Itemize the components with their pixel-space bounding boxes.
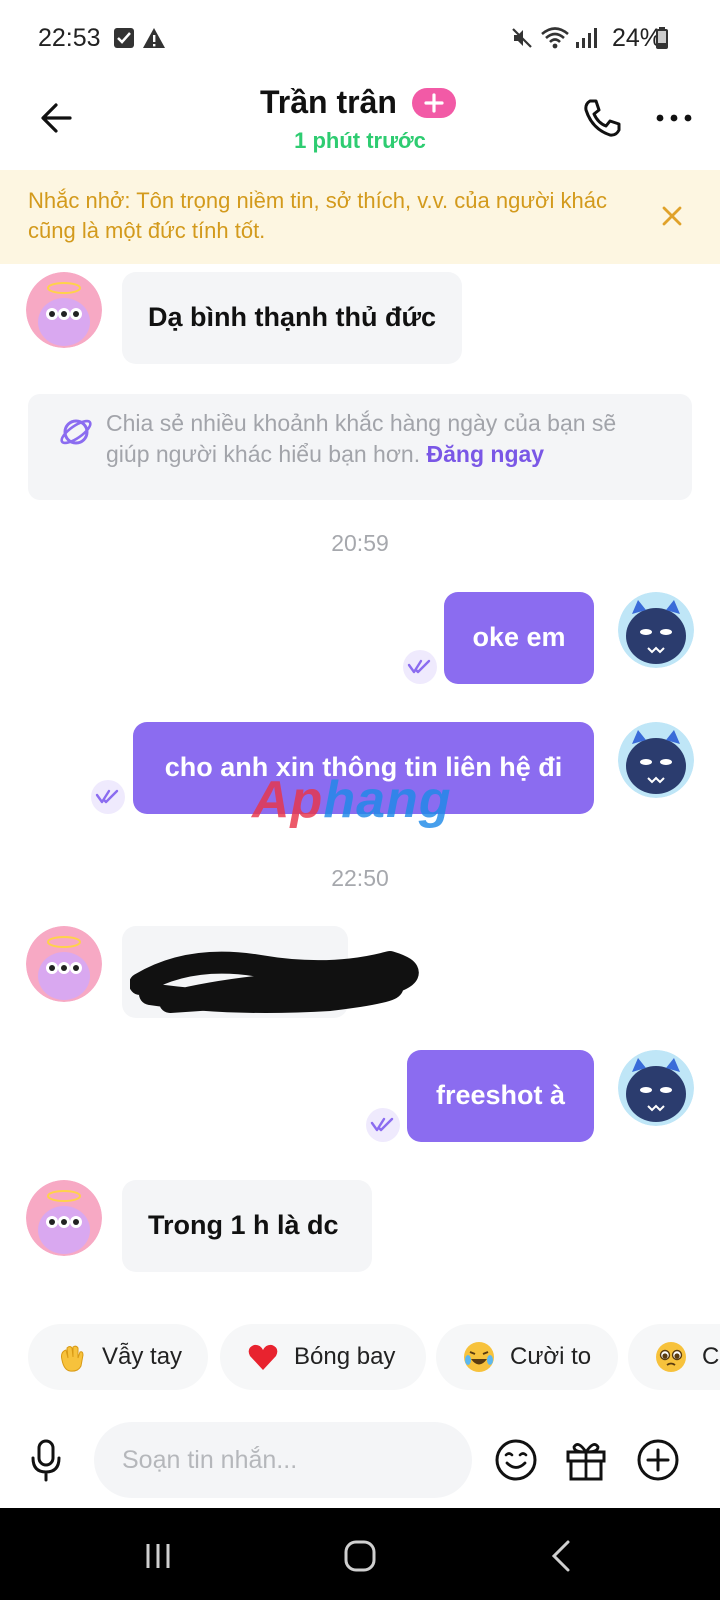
- my-avatar[interactable]: [618, 1050, 694, 1126]
- chat-header: Trần trân 1 phút trước: [0, 80, 720, 170]
- my-avatar[interactable]: [618, 722, 694, 798]
- home-icon[interactable]: [340, 1536, 380, 1576]
- watermark: Aphang: [252, 771, 452, 829]
- microphone-icon[interactable]: [26, 1438, 66, 1482]
- message-bubble[interactable]: Trong 1 h là dc: [122, 1180, 372, 1272]
- time-separator: 20:59: [331, 530, 389, 556]
- contact-avatar[interactable]: [26, 1180, 102, 1256]
- post-now-link[interactable]: Đăng ngay: [427, 441, 545, 467]
- share-moments-card: Chia sẻ nhiều khoảnh khắc hàng ngày của …: [28, 394, 692, 500]
- battery-icon: [656, 27, 668, 49]
- close-icon[interactable]: [656, 200, 688, 232]
- planet-icon: [60, 419, 92, 445]
- status-bar: 22:53 24%: [0, 0, 720, 80]
- heart-icon: [248, 1344, 278, 1370]
- compose-bar: [0, 1408, 720, 1508]
- signal-icon: [576, 28, 597, 48]
- message-text: freeshot à: [435, 1080, 566, 1110]
- my-avatar[interactable]: [618, 592, 694, 668]
- warning-icon: [143, 28, 165, 48]
- redaction-scribble: [130, 951, 419, 1013]
- phone-call-icon[interactable]: [580, 96, 624, 140]
- add-attachment-icon[interactable]: [636, 1438, 680, 1482]
- pleading-face-icon: [656, 1342, 686, 1372]
- contact-avatar[interactable]: [26, 272, 102, 348]
- contact-name[interactable]: Trần trân: [260, 84, 397, 121]
- message-bubble[interactable]: Dạ bình thạnh thủ đức: [122, 272, 462, 364]
- message-text: Dạ bình thạnh thủ đức: [148, 302, 437, 332]
- status-time: 22:53: [38, 24, 101, 52]
- message-text: Trong 1 h là dc: [148, 1210, 339, 1240]
- laughing-face-icon: [464, 1342, 494, 1372]
- gift-icon[interactable]: [564, 1438, 608, 1482]
- share-card-text: Chia sẻ nhiều khoảnh khắc hàng ngày của …: [106, 410, 617, 467]
- quick-reply-laugh[interactable]: Cười to: [436, 1324, 618, 1390]
- quick-reaction-row: Vẫy tay Bóng bay Cười to C: [0, 1324, 720, 1390]
- quick-reply-balloon[interactable]: Bóng bay: [220, 1324, 426, 1390]
- contact-avatar[interactable]: [26, 926, 102, 1002]
- message-input[interactable]: [94, 1422, 472, 1498]
- wifi-icon: [541, 27, 569, 49]
- message-bubble[interactable]: oke em: [444, 592, 594, 684]
- back-nav-icon[interactable]: [542, 1536, 582, 1576]
- quick-reply-pleading[interactable]: C: [628, 1324, 720, 1390]
- reminder-text: Nhắc nhở: Tôn trọng niềm tin, sở thích, …: [28, 188, 607, 243]
- emoji-icon[interactable]: [494, 1438, 538, 1482]
- read-receipt-icon: [403, 650, 437, 684]
- message-text: oke em: [472, 622, 566, 652]
- checkbox-notification-icon: [114, 28, 134, 48]
- time-separator: 22:50: [331, 865, 389, 891]
- read-receipt-icon: [366, 1108, 400, 1142]
- read-receipt-icon: [91, 780, 125, 814]
- add-friend-icon[interactable]: [412, 88, 456, 118]
- message-bubble[interactable]: freeshot à: [407, 1050, 594, 1142]
- mute-icon: [512, 28, 532, 48]
- reminder-banner: Nhắc nhở: Tôn trọng niềm tin, sở thích, …: [0, 170, 720, 264]
- more-options-icon[interactable]: [652, 96, 696, 140]
- system-nav-bar: [0, 1508, 720, 1600]
- quick-reply-wave[interactable]: Vẫy tay: [28, 1324, 208, 1390]
- waving-hand-icon: [61, 1345, 84, 1372]
- recent-apps-icon[interactable]: [138, 1536, 178, 1576]
